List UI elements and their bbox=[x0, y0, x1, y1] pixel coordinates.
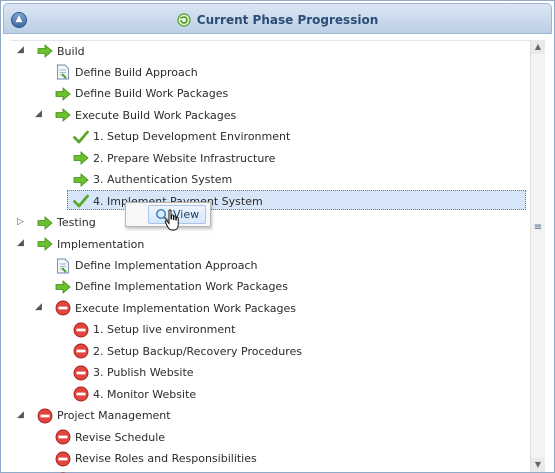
tree-row[interactable]: 3. Publish Website bbox=[73, 363, 194, 383]
green-arrow-icon bbox=[55, 279, 71, 295]
document-icon bbox=[55, 64, 71, 80]
tree-row-label: 4. Monitor Website bbox=[93, 387, 197, 401]
green-arrow-icon bbox=[37, 215, 53, 231]
expanded-toggle-icon[interactable]: ◢ bbox=[35, 302, 42, 312]
red-stop-icon bbox=[55, 429, 71, 445]
tree-row[interactable]: Implementation bbox=[37, 234, 144, 254]
tree-row-label: Execute Implementation Work Packages bbox=[75, 301, 297, 315]
red-stop-icon bbox=[55, 451, 71, 467]
expanded-toggle-icon[interactable]: ◢ bbox=[17, 410, 24, 420]
tree-row-label: Build bbox=[57, 44, 85, 58]
vertical-scrollbar[interactable]: ▲ ≡ ▼ bbox=[530, 40, 545, 472]
red-stop-icon bbox=[73, 386, 89, 402]
expanded-toggle-icon[interactable]: ◢ bbox=[17, 45, 24, 55]
tree-row[interactable]: 1. Setup live environment bbox=[73, 320, 235, 340]
refresh-icon bbox=[177, 12, 191, 27]
tree-row[interactable]: Define Build Approach bbox=[55, 62, 198, 82]
tree-row-label: Define Implementation Approach bbox=[75, 259, 258, 272]
red-stop-icon bbox=[37, 408, 53, 424]
tree-row[interactable]: Execute Implementation Work Packages bbox=[55, 298, 296, 318]
tree-row-label: Revise Schedule bbox=[75, 430, 166, 444]
tree-row[interactable]: Revise Schedule bbox=[55, 427, 165, 447]
checkmark-icon bbox=[73, 129, 89, 145]
checkmark-icon bbox=[73, 193, 89, 209]
expanded-toggle-icon[interactable]: ◢ bbox=[17, 238, 24, 248]
green-arrow-icon bbox=[37, 43, 53, 59]
phase-tree: ◢ Build Define Build Approach Define Build … bbox=[11, 40, 530, 473]
scroll-down-icon[interactable]: ▼ bbox=[531, 458, 545, 472]
title-wrap: Current Phase Progression bbox=[4, 4, 551, 35]
tree-row-label: 1. Setup live environment bbox=[93, 323, 236, 337]
green-arrow-icon bbox=[55, 86, 71, 102]
tree-row[interactable]: Project Management bbox=[37, 406, 171, 426]
tree-row[interactable]: Revise Roles and Responsibilities bbox=[55, 449, 257, 469]
green-arrow-icon bbox=[55, 107, 71, 123]
tree-row-label: Define Build Approach bbox=[75, 65, 198, 79]
tree-row-label: Implementation bbox=[57, 237, 145, 251]
red-stop-icon bbox=[73, 365, 89, 381]
tree-row[interactable]: 4. Monitor Website bbox=[73, 384, 196, 404]
phase-progression-panel: ▲ Current Phase Progression ◢ Build Define… bbox=[0, 0, 555, 473]
green-arrow-icon bbox=[73, 150, 89, 166]
expanded-toggle-icon[interactable]: ◢ bbox=[35, 109, 42, 119]
tree-row-label: 3. Publish Website bbox=[93, 366, 194, 380]
scroll-grip-icon[interactable]: ≡ bbox=[531, 218, 545, 238]
scroll-up-icon[interactable]: ▲ bbox=[531, 40, 545, 54]
tree-row-label: Define Implementation Work Packages bbox=[75, 280, 288, 294]
tree-row[interactable]: 3. Authentication System bbox=[73, 170, 232, 190]
green-arrow-icon bbox=[37, 236, 53, 252]
green-arrow-icon bbox=[73, 172, 89, 188]
panel-title: Current Phase Progression bbox=[196, 12, 379, 27]
collapsed-toggle-icon[interactable]: ▷ bbox=[17, 217, 24, 227]
hand-cursor-icon bbox=[164, 209, 182, 233]
panel-header: ▲ Current Phase Progression bbox=[3, 3, 552, 34]
tree-row-label: 2. Prepare Website Infrastructure bbox=[93, 151, 276, 165]
tree-row-label: 1. Setup Development Environment bbox=[93, 130, 291, 144]
tree-row-label: Project Management bbox=[57, 409, 171, 423]
tree-row[interactable]: Define Implementation Work Packages bbox=[55, 277, 288, 297]
tree-row-label: Revise Roles and Responsibilities bbox=[75, 452, 257, 466]
tree-row[interactable]: 1. Setup Development Environment bbox=[73, 127, 290, 147]
document-icon bbox=[55, 258, 71, 274]
tree-row[interactable]: Define Build Work Packages bbox=[55, 84, 228, 104]
tree-row-label: Define Build Work Packages bbox=[75, 87, 229, 101]
tree-row-label: 2. Setup Backup/Recovery Procedures bbox=[93, 344, 303, 358]
red-stop-icon bbox=[55, 300, 71, 316]
tree-row[interactable]: Testing bbox=[37, 213, 96, 233]
tree-row[interactable]: 2. Prepare Website Infrastructure bbox=[73, 148, 275, 168]
red-stop-icon bbox=[73, 343, 89, 359]
tree-row[interactable]: 2. Setup Backup/Recovery Procedures bbox=[73, 341, 302, 361]
red-stop-icon bbox=[73, 322, 89, 338]
tree-row-label: Testing bbox=[57, 216, 96, 230]
tree-row[interactable]: Define Implementation Approach bbox=[55, 256, 258, 276]
tree-row[interactable]: Build bbox=[37, 41, 85, 61]
tree-row-label: Execute Build Work Packages bbox=[75, 108, 237, 122]
tree-row-label: 3. Authentication System bbox=[93, 173, 233, 187]
tree-row[interactable]: Execute Build Work Packages bbox=[55, 105, 236, 125]
